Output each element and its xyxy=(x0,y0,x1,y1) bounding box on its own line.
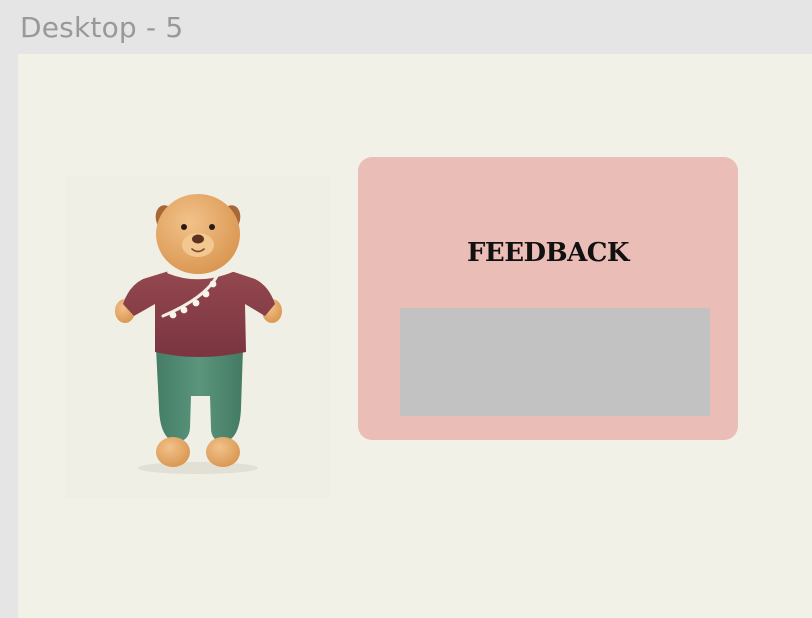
artboard-desktop[interactable]: FEEDBACK xyxy=(18,54,812,618)
bear-character-card xyxy=(65,176,330,498)
feedback-card: FEEDBACK xyxy=(358,157,738,440)
feedback-input[interactable] xyxy=(400,308,710,416)
feedback-title: FEEDBACK xyxy=(466,238,630,268)
bear-character-icon xyxy=(115,194,282,474)
frame-label[interactable]: Desktop - 5 xyxy=(20,10,183,46)
